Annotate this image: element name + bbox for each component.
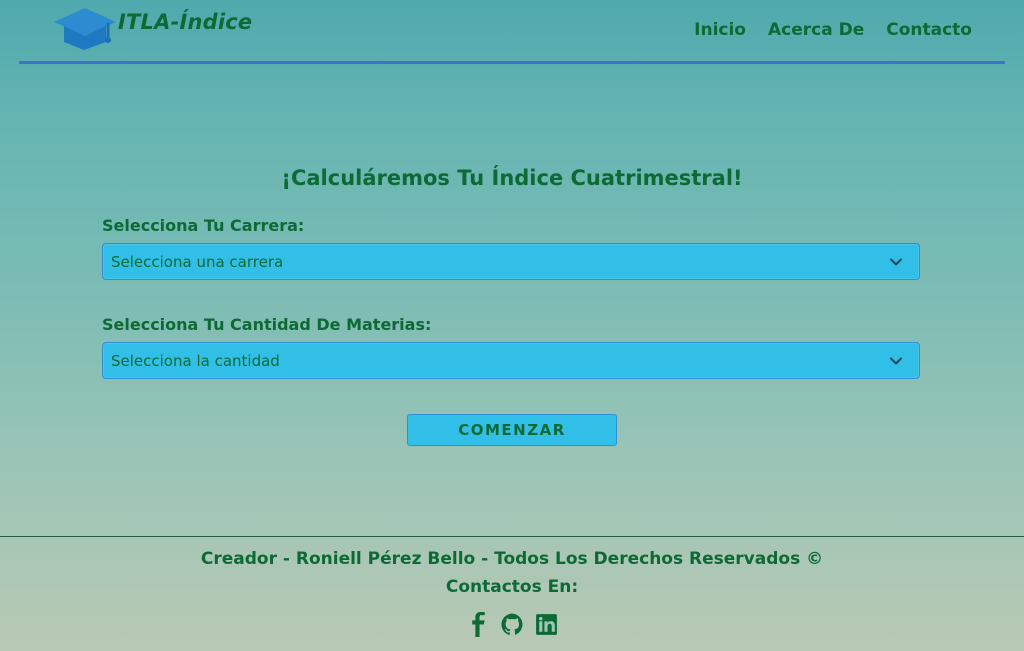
footer-divider	[0, 536, 1024, 537]
subjects-select-value: Selecciona la cantidad	[111, 351, 280, 370]
creator-text: Creador - Roniell Pérez Bello - Todos Lo…	[200, 549, 824, 569]
subjects-select[interactable]: Selecciona la cantidad	[102, 342, 920, 379]
chevron-down-icon	[890, 357, 902, 364]
career-select[interactable]: Selecciona una carrera	[102, 243, 920, 280]
career-select-value: Selecciona una carrera	[111, 252, 284, 271]
social-links	[462, 610, 562, 638]
subjects-label: Selecciona Tu Cantidad De Materias:	[102, 315, 432, 334]
start-button[interactable]: COMENZAR	[407, 414, 617, 446]
page-title: ¡Calculáremos Tu Índice Cuatrimestral!	[281, 166, 743, 190]
facebook-icon[interactable]	[466, 611, 491, 637]
linkedin-icon[interactable]	[534, 612, 559, 637]
contacts-label: Contactos En:	[445, 577, 579, 597]
main-content: ¡Calculáremos Tu Índice Cuatrimestral! S…	[0, 0, 1024, 536]
career-label: Selecciona Tu Carrera:	[102, 216, 305, 235]
chevron-down-icon	[890, 258, 902, 265]
github-icon[interactable]	[500, 612, 525, 637]
